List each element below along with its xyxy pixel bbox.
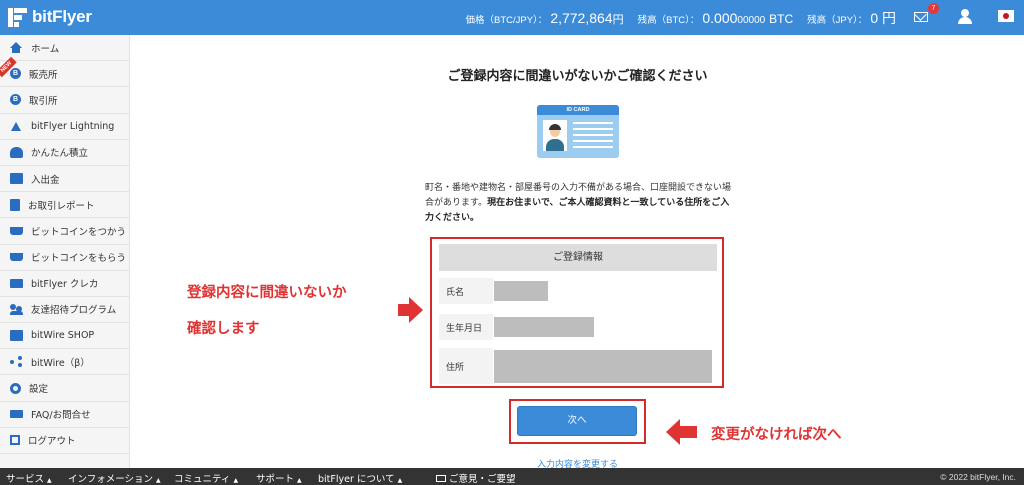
friends-icon xyxy=(10,303,23,315)
registration-info-header: ご登録情報 xyxy=(439,244,717,271)
sidebar-item-label: bitWire（β） xyxy=(31,357,90,369)
lightning-icon xyxy=(10,121,23,132)
sidebar-item-label: 設定 xyxy=(29,384,49,396)
sidebar-item-label: ビットコインをもらう xyxy=(31,253,127,265)
registration-info-panel: ご登録情報 氏名 生年月日 住所 xyxy=(439,244,717,384)
coin-icon: B xyxy=(10,68,21,80)
name-row: 氏名 xyxy=(439,278,717,304)
brand-name: bitFlyer xyxy=(32,7,92,26)
coin-icon: B xyxy=(10,94,21,106)
footer-information[interactable]: インフォメーション ▲ xyxy=(68,471,161,485)
sidebar-item-faq[interactable]: FAQ/お問合せ xyxy=(0,402,129,428)
sidebar-item-logout[interactable]: ログアウト xyxy=(0,428,129,454)
balance-summary: 価格（BTC/JPY）： 2,772,864円 残高（BTC）： 0.00000… xyxy=(466,8,897,28)
sidebar-item-label: 販売所 xyxy=(29,69,58,81)
sidebar-item-label: 取引所 xyxy=(29,95,58,107)
sidebar-item-torihikisho[interactable]: B 取引所 xyxy=(0,87,129,114)
main-content: ご登録内容に間違いがないかご確認ください ID CARD 町名・番地や建物名・部… xyxy=(131,35,1024,470)
callout-confirm-line1: 登録内容に間違いないか xyxy=(187,285,347,301)
sidebar-item-label: 友達招待プログラム xyxy=(31,305,117,317)
registration-info-highlight: ご登録情報 氏名 生年月日 住所 xyxy=(430,237,724,388)
page-title: ご登録内容に間違いがないかご確認ください xyxy=(447,69,708,84)
sidebar-item-deposit[interactable]: 入出金 xyxy=(0,166,129,193)
sidebar-item-lightning[interactable]: bitFlyer Lightning xyxy=(0,114,129,140)
sidebar-item-label: FAQ/お問合せ xyxy=(31,410,91,422)
mail-icon xyxy=(10,410,23,419)
sidebar-item-label: ログアウト xyxy=(28,436,76,448)
sidebar-item-settings[interactable]: 設定 xyxy=(0,375,129,402)
envelope-icon xyxy=(436,475,446,482)
price-value: 2,772,864円 xyxy=(550,10,624,26)
footer-support[interactable]: サポート ▲ xyxy=(256,471,302,485)
description-text: 町名・番地や建物名・部屋番号の入力不備がある場合、口座開設できない場合があります… xyxy=(425,183,732,223)
next-button[interactable]: 次へ xyxy=(517,406,637,436)
sidebar-item-earn-bitcoin[interactable]: ビットコインをもらう xyxy=(0,245,129,271)
footer-bar: サービス ▲ インフォメーション ▲ コミュニティ ▲ サポート ▲ bitFlyer … xyxy=(0,468,1024,485)
birthdate-label: 生年月日 xyxy=(446,323,483,334)
japan-flag-icon[interactable] xyxy=(998,10,1014,22)
sidebar-item-label: ビットコインをつかう xyxy=(31,226,127,238)
home-icon xyxy=(10,42,23,54)
shop-icon xyxy=(10,330,23,342)
wallet-icon xyxy=(10,173,23,185)
logout-icon xyxy=(10,435,20,446)
callout-next: 変更がなければ次へ xyxy=(711,427,842,443)
sidebar-item-tsumitate[interactable]: かんたん積立 xyxy=(0,140,129,166)
sidebar: ホーム NEW B 販売所 B 取引所 bitFlyer Lightning か… xyxy=(0,35,130,468)
copyright: © 2022 bitFlyer, Inc. xyxy=(940,472,1016,482)
sidebar-item-credit-card[interactable]: bitFlyer クレカ xyxy=(0,271,129,297)
user-icon[interactable] xyxy=(958,9,972,25)
arrow-right-icon xyxy=(398,297,423,323)
sidebar-item-label: 入出金 xyxy=(31,174,60,186)
sidebar-item-label: bitFlyer クレカ xyxy=(31,279,99,291)
top-header: bitFlyer 価格（BTC/JPY）： 2,772,864円 残高（BTC）… xyxy=(0,0,1024,35)
sidebar-item-label: お取引レポート xyxy=(28,200,95,212)
sidebar-item-label: bitWire SHOP xyxy=(31,330,95,342)
callout-confirm-line2: 確認します xyxy=(187,321,260,337)
footer-service[interactable]: サービス ▲ xyxy=(6,471,52,485)
sidebar-item-label: ホーム xyxy=(31,43,60,55)
sidebar-item-home[interactable]: ホーム xyxy=(0,35,129,62)
next-button-highlight: 次へ xyxy=(509,399,646,444)
piggy-icon xyxy=(10,146,23,158)
address-value-redacted xyxy=(494,350,712,383)
footer-community[interactable]: コミュニティ ▲ xyxy=(174,471,238,485)
card-icon xyxy=(10,278,23,288)
sidebar-item-bitwire[interactable]: bitWire（β） xyxy=(0,349,129,376)
cart-icon xyxy=(10,226,23,235)
gear-icon xyxy=(10,382,21,394)
share-icon xyxy=(10,356,23,368)
btc-balance-label: 残高（BTC）： xyxy=(637,15,700,26)
sidebar-item-use-bitcoin[interactable]: ビットコインをつかう xyxy=(0,218,129,245)
footer-feedback[interactable]: ご意見・ご要望 xyxy=(436,471,516,485)
jpy-balance-label: 残高（JPY）： xyxy=(807,15,868,26)
sidebar-item-label: かんたん積立 xyxy=(31,148,89,160)
name-label: 氏名 xyxy=(446,287,465,298)
arrow-left-icon xyxy=(666,419,698,445)
sidebar-item-hanbaisho[interactable]: NEW B 販売所 xyxy=(0,56,129,88)
sidebar-item-report[interactable]: お取引レポート xyxy=(0,192,129,219)
btc-balance-value: 0.00000000 BTC xyxy=(702,10,794,26)
sidebar-item-bitwire-shop[interactable]: bitWire SHOP xyxy=(0,323,129,350)
price-label: 価格（BTC/JPY）： xyxy=(465,15,548,26)
bitflyer-logo-icon xyxy=(8,7,27,27)
sidebar-item-referral[interactable]: 友達招待プログラム xyxy=(0,297,129,324)
sidebar-item-label: bitFlyer Lightning xyxy=(31,120,115,132)
mail-icon[interactable] xyxy=(914,12,928,22)
brand-logo[interactable]: bitFlyer xyxy=(8,7,92,27)
cart-icon xyxy=(10,253,23,262)
birthdate-value-redacted xyxy=(494,317,594,337)
address-label: 住所 xyxy=(446,362,465,373)
jpy-balance-value: 0 円 xyxy=(870,10,896,26)
report-icon xyxy=(10,198,20,211)
mail-badge: 7 xyxy=(928,3,939,14)
id-card-illustration: ID CARD xyxy=(537,105,619,158)
name-value-redacted xyxy=(494,281,548,301)
id-card-label: ID CARD xyxy=(537,105,619,115)
footer-about[interactable]: bitFlyer について ▲ xyxy=(318,471,402,485)
